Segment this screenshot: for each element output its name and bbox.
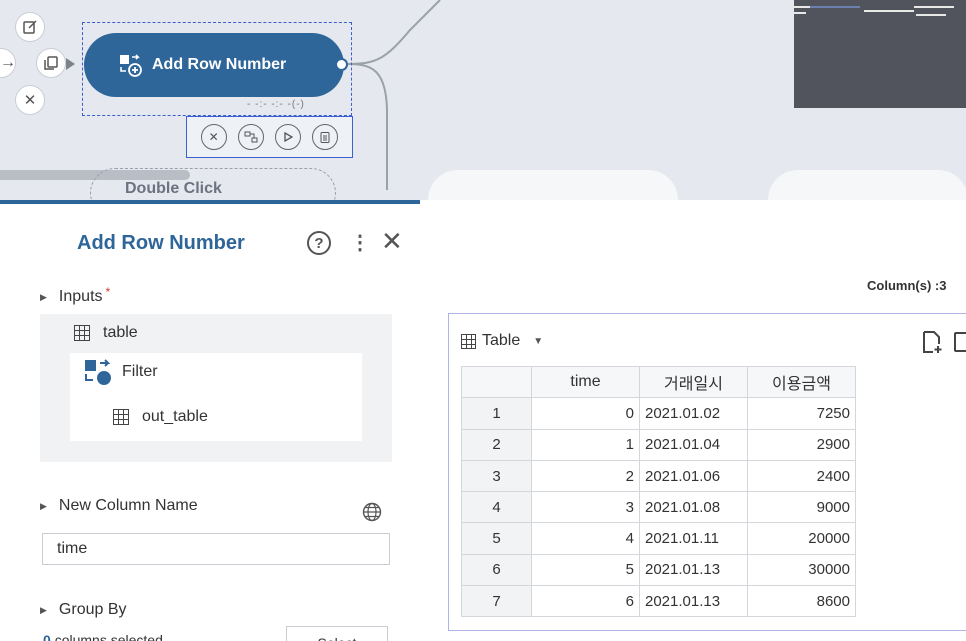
properties-panel: Add Row Number ? ⋮ ✕ ▶ Inputs * table Fi…	[0, 200, 420, 641]
table-row: 5 4 2021.01.11 20000	[461, 522, 856, 555]
table-header-row: time 거래일시 이용금액	[461, 365, 856, 399]
new-column-section-toggle[interactable]: ▶ New Column Name	[40, 497, 198, 515]
table-icon	[461, 333, 476, 349]
minimap[interactable]	[794, 0, 966, 108]
table-icon	[113, 409, 129, 425]
add-row-number-node[interactable]: Add Row Number	[84, 33, 344, 97]
add-row-icon	[120, 54, 142, 77]
data-table: time 거래일시 이용금액 1 0 2021.01.02 7250 2 1 2…	[461, 365, 856, 618]
view-type-label: Table	[482, 332, 521, 349]
edit-icon[interactable]	[15, 12, 45, 42]
column-count: Column(s) :3	[867, 278, 947, 293]
close-icon[interactable]: ✕	[15, 85, 45, 115]
workflow-canvas[interactable]: → ✕ Add Row Number - -:- -:- -(-) ✕ Doub…	[0, 0, 966, 200]
output-panel: Column(s) :3 Table ▼ time 거래일시 이용금액 1 0 …	[420, 200, 966, 641]
table-row: 2 1 2021.01.04 2900	[461, 428, 856, 461]
caret-right-icon: ▶	[40, 500, 47, 511]
out-table-item[interactable]: out_table	[113, 408, 208, 426]
caret-right-icon: ▶	[40, 291, 47, 302]
column-header-index[interactable]	[461, 365, 532, 399]
group-by-section-toggle[interactable]: ▶ Group By	[40, 601, 127, 619]
canvas-node-placeholder	[428, 170, 678, 200]
filter-node-icon	[85, 359, 111, 385]
cancel-icon[interactable]: ✕	[200, 124, 227, 150]
table-row: 7 6 2021.01.13 8600	[461, 585, 856, 618]
new-column-label: New Column Name	[58, 497, 198, 514]
node-action-bar: ✕	[186, 116, 353, 158]
column-header-time[interactable]: time	[531, 365, 640, 399]
help-icon[interactable]: ?	[307, 231, 331, 255]
inputs-section-toggle[interactable]: ▶ Inputs *	[40, 285, 111, 306]
filter-item[interactable]: Filter	[84, 359, 158, 385]
table-row: 4 3 2021.01.08 9000	[461, 491, 856, 524]
new-column-name-input[interactable]	[42, 533, 390, 565]
required-marker: *	[105, 285, 111, 299]
input-table-item[interactable]: table	[74, 324, 138, 342]
out-table-name: out_table	[142, 408, 208, 425]
table-row: 1 0 2021.01.02 7250	[461, 397, 856, 430]
columns-selected-text: 0 columns selected	[43, 632, 163, 641]
table-row: 6 5 2021.01.13 30000	[461, 553, 856, 587]
node-run-time: - -:- -:- -(-)	[247, 99, 305, 110]
copy-icon[interactable]	[36, 48, 66, 78]
clipboard-icon[interactable]	[312, 124, 339, 150]
globe-icon[interactable]	[362, 502, 382, 522]
panel-title: Add Row Number	[77, 232, 245, 254]
columns-selected-count: 0	[43, 632, 51, 641]
group-by-label: Group By	[58, 601, 127, 618]
process-icon[interactable]	[237, 124, 264, 150]
filter-label: Filter	[122, 363, 158, 380]
select-columns-button[interactable]: Select	[286, 626, 388, 641]
caret-right-icon: ▶	[40, 604, 47, 615]
close-panel-icon[interactable]: ✕	[381, 226, 403, 257]
run-icon[interactable]	[275, 124, 302, 150]
column-header-date[interactable]: 거래일시	[639, 365, 748, 399]
input-port-arrow	[66, 58, 75, 70]
list-icon[interactable]	[954, 332, 966, 352]
view-type-dropdown[interactable]: Table ▼	[461, 332, 543, 350]
output-port[interactable]	[335, 58, 348, 71]
ghost-node-label: Double Click	[125, 180, 222, 197]
table-icon	[74, 325, 90, 341]
node-label: Add Row Number	[152, 56, 287, 73]
canvas-node-placeholder	[768, 170, 966, 200]
table-row: 3 2 2021.01.06 2400	[461, 459, 856, 493]
new-file-icon[interactable]	[922, 330, 944, 354]
chevron-down-icon: ▼	[533, 335, 544, 347]
more-options-icon[interactable]: ⋮	[350, 230, 370, 255]
table-view: Table ▼ time 거래일시 이용금액 1 0 2021.01.02 72…	[448, 313, 966, 631]
input-table-name: table	[103, 324, 138, 341]
inputs-label: Inputs	[58, 288, 103, 305]
column-header-amount[interactable]: 이용금액	[747, 365, 856, 399]
